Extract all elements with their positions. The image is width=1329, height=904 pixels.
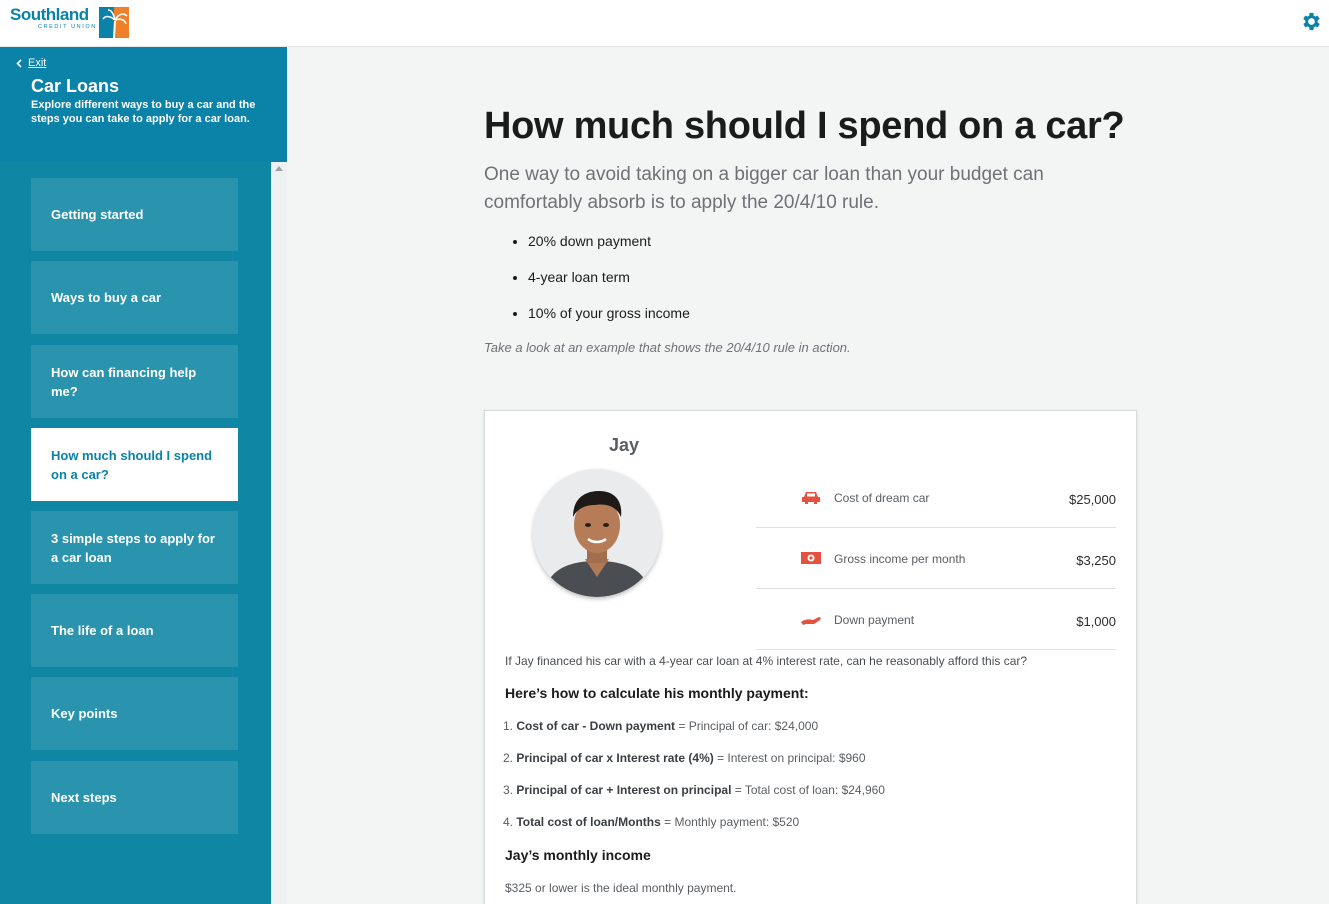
stats-table: Cost of dream car $25,000 Gross income p…: [756, 467, 1116, 650]
calc-title: Here’s how to calculate his monthly paym…: [505, 685, 809, 701]
course-title: Car Loans: [31, 76, 120, 96]
example-question: If Jay financed his car with a 4-year ca…: [505, 654, 1028, 668]
course-description: Explore different ways to buy a car and …: [31, 99, 256, 125]
exit-label: Exit: [28, 57, 47, 69]
nav-item-label: Getting started: [51, 207, 144, 222]
nav-item-label: Next steps: [51, 790, 117, 805]
stat-row-gross-income: Gross income per month $3,250: [756, 528, 1116, 589]
logo-name: Southland: [10, 5, 89, 24]
nav-item-label: 3 simple steps to apply for a car loan: [51, 530, 215, 565]
intro-text: One way to avoid taking on a bigger car …: [484, 164, 1044, 213]
stat-label: Down payment: [834, 613, 915, 627]
chevron-left-icon: [16, 58, 22, 68]
stat-label: Gross income per month: [834, 552, 966, 566]
calc-step: 4. Total cost of loan/Months = Monthly p…: [503, 814, 885, 846]
list-item: 20% down payment: [528, 231, 690, 267]
scroll-up-arrow-icon[interactable]: [275, 166, 283, 171]
calc-step-number: 2.: [503, 751, 517, 765]
calc-step-number: 4.: [503, 815, 517, 829]
calc-step-result: = Principal of car: $24,000: [675, 719, 819, 733]
calc-step-result: = Total cost of loan: $24,960: [731, 783, 885, 797]
stat-value: $25,000: [1069, 492, 1116, 507]
car-icon: [802, 492, 820, 504]
list-item: 4-year loan term: [528, 267, 690, 303]
calc-step-formula: Principal of car x Interest rate (4%): [516, 751, 714, 765]
example-card: Jay Cost of dream car $25,000 Gross inco…: [484, 410, 1137, 904]
calc-step-result: = Monthly payment: $520: [660, 815, 800, 829]
calc-step-number: 1.: [503, 719, 517, 733]
nav-item-simple-steps[interactable]: 3 simple steps to apply for a car loan: [31, 511, 238, 584]
avatar: [533, 469, 661, 597]
nav-item-label: How much should I spend on a car?: [51, 447, 213, 482]
nav-item-label: Ways to buy a car: [51, 290, 162, 305]
lesson-list: Getting started Ways to buy a car How ca…: [0, 162, 271, 904]
exit-link[interactable]: Exit: [16, 57, 46, 69]
calc-step-formula: Cost of car - Down payment: [516, 719, 676, 733]
stat-value: $3,250: [1076, 553, 1116, 568]
page-title: How much should I spend on a car?: [484, 105, 1125, 147]
person-name: Jay: [609, 435, 640, 455]
nav-item-label: How can financing help me?: [51, 364, 197, 399]
calc-step: 1. Cost of car - Down payment = Principa…: [503, 718, 885, 750]
stat-row-car-cost: Cost of dream car $25,000: [756, 467, 1116, 528]
nav-item-label: The life of a loan: [51, 623, 154, 638]
nav-item-ways-to-buy[interactable]: Ways to buy a car: [31, 261, 238, 334]
stat-value: $1,000: [1076, 614, 1116, 629]
calc-step-formula: Principal of car + Interest on principal: [516, 783, 732, 797]
list-item: 10% of your gross income: [528, 303, 690, 339]
southland-logo[interactable]: Southland CREDIT UNION: [10, 6, 129, 38]
palm-tree-icon: [98, 7, 129, 38]
stat-label: Cost of dream car: [834, 491, 930, 505]
nav-item-next-steps[interactable]: Next steps: [31, 761, 238, 834]
calc-step: 2. Principal of car x Interest rate (4%)…: [503, 750, 885, 782]
calc-list: 1. Cost of car - Down payment = Principa…: [503, 718, 885, 846]
rule-list: 20% down payment 4-year loan term 10% of…: [528, 231, 690, 339]
top-bar: Southland CREDIT UNION: [0, 0, 1329, 47]
example-note: Take a look at an example that shows the…: [484, 340, 851, 355]
logo-subtitle: CREDIT UNION: [38, 24, 97, 30]
gear-icon[interactable]: [1300, 10, 1323, 33]
calc-step: 3. Principal of car + Interest on princi…: [503, 782, 885, 814]
income-text: $325 or lower is the ideal monthly payme…: [505, 881, 737, 895]
nav-item-getting-started[interactable]: Getting started: [31, 178, 238, 251]
hand-icon: [801, 617, 821, 625]
stat-row-down-payment: Down payment $1,000: [756, 589, 1116, 650]
calc-step-result: = Interest on principal: $960: [713, 751, 866, 765]
nav-item-label: Key points: [51, 706, 118, 721]
money-icon: [801, 552, 821, 564]
sidebar-scrollbar[interactable]: [271, 162, 287, 904]
person-photo: [533, 469, 661, 597]
course-sidebar: Exit Car Loans Explore different ways to…: [0, 47, 287, 904]
lesson-content: How much should I spend on a car? One wa…: [287, 47, 1329, 904]
nav-item-life-of-loan[interactable]: The life of a loan: [31, 594, 238, 667]
calc-step-number: 3.: [503, 783, 517, 797]
nav-item-how-much-spend[interactable]: How much should I spend on a car?: [31, 428, 238, 501]
nav-item-financing-help[interactable]: How can financing help me?: [31, 345, 238, 418]
nav-item-key-points[interactable]: Key points: [31, 677, 238, 750]
income-title: Jay’s monthly income: [505, 847, 651, 863]
calc-step-formula: Total cost of loan/Months: [516, 815, 661, 829]
course-header: Exit Car Loans Explore different ways to…: [0, 47, 287, 162]
